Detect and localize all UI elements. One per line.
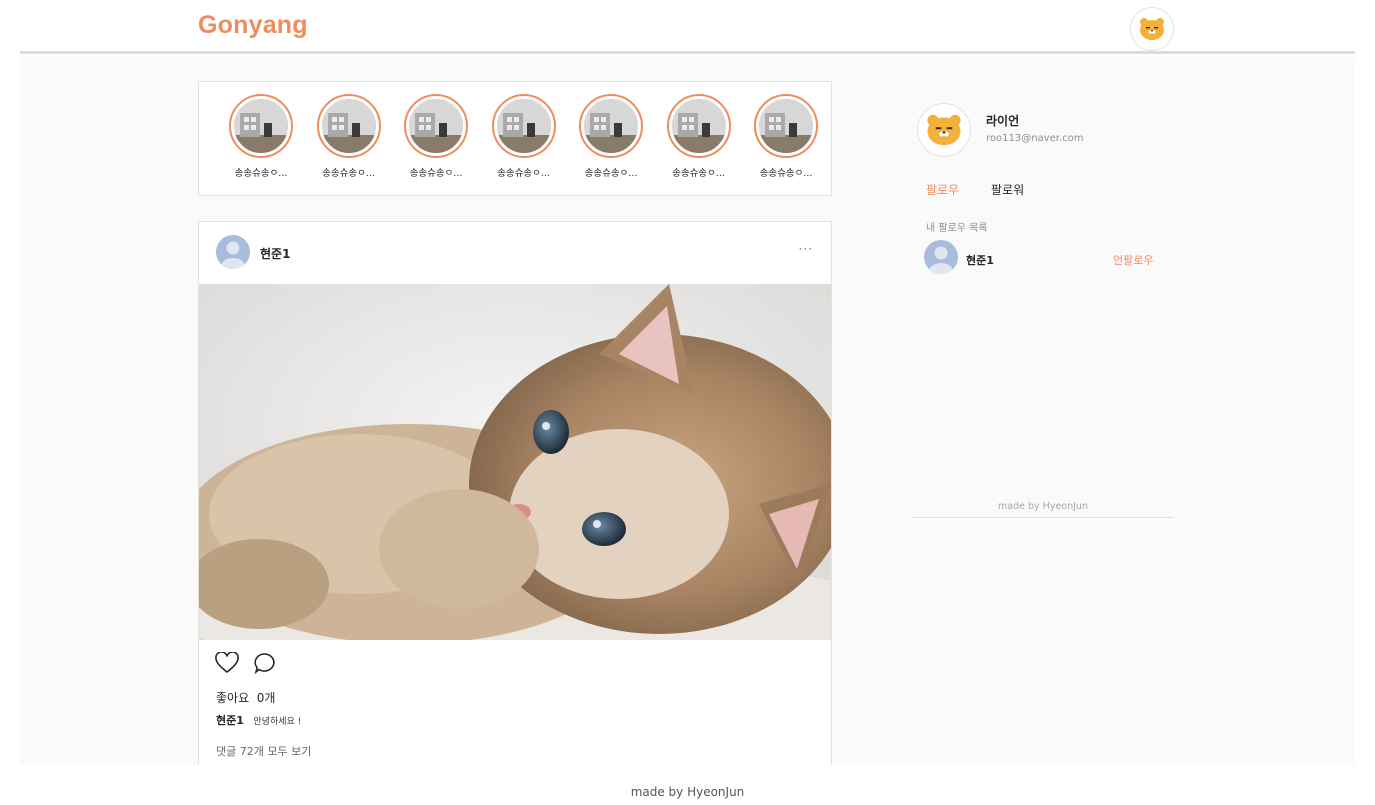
- story-avatar-ring: [229, 94, 293, 158]
- story-item[interactable]: 송송슈송ㅇ...: [484, 94, 564, 179]
- story-username: 송송슈송ㅇ...: [234, 168, 288, 179]
- view-all-comments-link[interactable]: 댓글 72개 모두 보기: [216, 743, 311, 759]
- story-item[interactable]: 송송슈송ㅇ...: [746, 94, 826, 179]
- tab-follow[interactable]: 팔로우: [926, 181, 959, 198]
- caption-text: 안녕하세요 !: [253, 717, 302, 727]
- ryan-bear-icon: [1140, 18, 1164, 40]
- post-author-avatar[interactable]: [216, 235, 250, 269]
- more-options-icon[interactable]: ···: [799, 242, 813, 256]
- story-username: 송송슈송ㅇ...: [759, 168, 813, 179]
- caption-username[interactable]: 현준1: [216, 714, 244, 727]
- tab-follower[interactable]: 팔로워: [991, 181, 1024, 198]
- likes-label: 좋아요: [216, 691, 250, 705]
- story-username: 송송슈송ㅇ...: [322, 168, 375, 179]
- story-username: 송송슈송ㅇ...: [409, 168, 463, 179]
- kitten-photo: [199, 284, 831, 640]
- follow-list-title: 내 팔로우 목록: [926, 223, 988, 234]
- header-divider: [20, 51, 1355, 54]
- my-email: roo113@naver.com: [986, 133, 1084, 144]
- main-content: 송송슈송ㅇ... 송송슈송ㅇ... 송송슈송ㅇ... 송송슈송ㅇ... 송송슈송ㅇ...…: [20, 57, 1355, 765]
- story-avatar-photo: [496, 99, 551, 153]
- story-username: 송송슈송ㅇ...: [672, 168, 725, 179]
- post-photo-kitten[interactable]: [199, 284, 831, 640]
- story-avatar-ring: [316, 94, 381, 158]
- story-avatar-ring: [579, 94, 643, 158]
- story-avatar-photo: [759, 99, 813, 153]
- follow-user-avatar[interactable]: [924, 240, 958, 274]
- story-avatar-ring: [491, 94, 556, 158]
- likes-number: 0개: [256, 691, 276, 705]
- sidebar-footer: made by HyeonJun: [998, 501, 1088, 512]
- profile-avatar-button[interactable]: [1130, 7, 1174, 51]
- story-item[interactable]: 송송슈송ㅇ...: [221, 94, 301, 179]
- follow-user-name[interactable]: 현준1: [966, 252, 994, 268]
- story-avatar-photo: [671, 99, 726, 153]
- sidebar-footer-divider: [912, 517, 1174, 518]
- my-name: 라이언: [986, 114, 1020, 128]
- post-header: 현준1 ···: [199, 222, 831, 284]
- story-avatar-photo: [584, 99, 638, 153]
- story-item[interactable]: 송송슈송ㅇ...: [396, 94, 476, 179]
- post-caption: 현준1 안녕하세요 !: [216, 712, 301, 728]
- likes-count: 좋아요 0개: [216, 689, 275, 706]
- post-actions: [215, 651, 277, 678]
- feed-post: 현준1 ··· 좋아요 0개 현준1 안녕하세요 ! 댓글 72개 모두 보기: [198, 221, 832, 765]
- story-avatar-photo: [234, 99, 288, 153]
- story-item[interactable]: 송송슈송ㅇ...: [309, 94, 389, 179]
- top-header: Gonyang: [0, 0, 1375, 54]
- heart-icon[interactable]: [215, 651, 239, 678]
- default-user-icon: [221, 241, 245, 269]
- page-footer: made by HyeonJun: [630, 785, 745, 799]
- post-author-name[interactable]: 현준1: [260, 245, 290, 262]
- my-profile-avatar[interactable]: [917, 103, 971, 157]
- story-item[interactable]: 송송슈송ㅇ...: [571, 94, 651, 179]
- story-avatar-photo: [321, 99, 376, 153]
- comment-icon[interactable]: [253, 652, 277, 678]
- story-username: 송송슈송ㅇ...: [584, 168, 638, 179]
- app-logo[interactable]: Gonyang: [198, 11, 308, 40]
- story-username: 송송슈송ㅇ...: [497, 168, 550, 179]
- stories-bar: 송송슈송ㅇ... 송송슈송ㅇ... 송송슈송ㅇ... 송송슈송ㅇ... 송송슈송ㅇ...…: [198, 81, 832, 196]
- default-user-icon: [929, 246, 953, 274]
- story-item[interactable]: 송송슈송ㅇ...: [659, 94, 739, 179]
- story-avatar-ring: [666, 94, 731, 158]
- unfollow-button[interactable]: 언팔로우: [1113, 252, 1153, 268]
- story-avatar-photo: [409, 99, 463, 153]
- ryan-bear-icon: [927, 114, 961, 146]
- story-avatar-ring: [754, 94, 818, 158]
- story-avatar-ring: [404, 94, 468, 158]
